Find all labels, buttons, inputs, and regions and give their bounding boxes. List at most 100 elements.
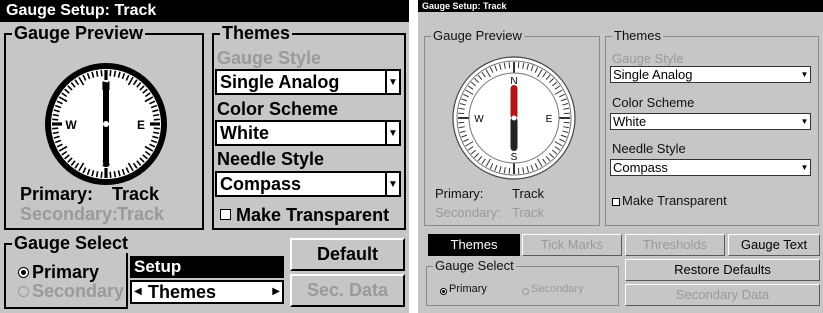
checkbox-box[interactable] xyxy=(612,198,620,206)
dial-e-label: E xyxy=(546,114,553,125)
themes-legend: Themes xyxy=(612,28,663,44)
gauge-style-dropdown[interactable]: Single Analog ▼ xyxy=(610,66,811,83)
gauge-style-label: Gauge Style xyxy=(217,48,322,68)
make-transparent-label: Make Transparent xyxy=(622,193,727,208)
dial-tick xyxy=(508,167,511,174)
needle-style-label: Needle Style xyxy=(217,149,325,169)
gauge-dial-icon: N S E W xyxy=(452,56,576,180)
dial-tick xyxy=(458,121,465,124)
window-title: Gauge Setup: Track xyxy=(418,0,823,12)
gauge-select-legend: Gauge Select xyxy=(433,258,516,274)
make-transparent-checkbox[interactable]: Make Transparent xyxy=(612,193,762,209)
secondary-data-button[interactable]: Secondary Data xyxy=(625,284,820,306)
primary-radio-label: Primary xyxy=(32,262,100,282)
dial-w-label: W xyxy=(65,118,77,132)
chevron-down-icon[interactable]: ▼ xyxy=(385,122,399,144)
needle-style-value: Compass xyxy=(613,160,668,175)
dial-tick xyxy=(109,171,112,178)
dial-tick xyxy=(100,171,103,178)
tab-thresholds[interactable]: Thresholds xyxy=(625,234,725,256)
compass-needle-red-icon xyxy=(510,85,518,119)
sec-data-button[interactable]: Sec. Data xyxy=(290,274,405,307)
setup-header: Setup xyxy=(130,256,284,278)
needle-style-dropdown[interactable]: Compass ▼ xyxy=(215,171,401,197)
secondary-label: Secondary: xyxy=(20,204,119,224)
dial-tick xyxy=(517,62,520,69)
color-scheme-dropdown[interactable]: White ▼ xyxy=(215,120,401,146)
radio-selected-icon[interactable] xyxy=(440,288,447,295)
checkbox-box[interactable] xyxy=(220,209,231,220)
chevron-down-icon[interactable]: ▼ xyxy=(799,114,810,129)
color-scheme-value: White xyxy=(220,123,269,143)
secondary-radio[interactable]: Secondary xyxy=(522,283,612,299)
default-button[interactable]: Default xyxy=(290,238,405,271)
primary-label: Primary: xyxy=(435,186,484,201)
restore-defaults-button[interactable]: Restore Defaults xyxy=(625,259,820,281)
dial-tick xyxy=(563,121,570,124)
make-transparent-label: Make Transparent xyxy=(236,205,390,225)
dial-tick xyxy=(52,127,59,130)
secondary-radio-label: Secondary xyxy=(32,281,125,301)
dial-tick xyxy=(109,70,112,77)
dial-tick xyxy=(153,131,160,135)
dial-tick xyxy=(113,70,117,77)
gauge-select-legend: Gauge Select xyxy=(12,233,131,253)
dial-tick xyxy=(95,171,99,178)
dial-w-label: W xyxy=(474,114,484,125)
right-arrow-icon[interactable]: ▶ xyxy=(272,286,280,297)
setup-selector[interactable]: ◀ Themes ▶ xyxy=(130,280,284,304)
right-screen: Gauge Setup: Track Gauge Preview N S E W… xyxy=(418,0,823,313)
dial-tick xyxy=(153,118,160,121)
primary-radio-label: Primary xyxy=(449,283,487,295)
setup-current-value: Themes xyxy=(148,282,217,302)
dial-tick xyxy=(153,127,160,130)
radio-unselected-icon[interactable] xyxy=(522,288,529,295)
needle-style-label: Needle Style xyxy=(612,141,686,156)
color-scheme-label: Color Scheme xyxy=(612,95,695,110)
themes-legend: Themes xyxy=(220,23,293,43)
dial-tick xyxy=(52,113,59,117)
chevron-down-icon[interactable]: ▼ xyxy=(799,67,810,82)
chevron-down-icon[interactable]: ▼ xyxy=(385,71,399,93)
color-scheme-dropdown[interactable]: White ▼ xyxy=(610,113,811,130)
make-transparent-checkbox[interactable]: Make Transparent xyxy=(218,205,390,225)
gauge-style-value: Single Analog xyxy=(613,67,693,82)
dial-tick xyxy=(113,171,117,178)
color-scheme-value: White xyxy=(613,114,647,129)
gauge-preview-legend: Gauge Preview xyxy=(12,23,146,43)
secondary-radio[interactable]: Secondary xyxy=(18,281,125,301)
tab-gauge-text[interactable]: Gauge Text xyxy=(728,234,820,256)
dial-tick xyxy=(100,70,103,77)
needle-style-dropdown[interactable]: Compass ▼ xyxy=(610,159,811,176)
dial-tick xyxy=(517,167,520,174)
gauge-style-dropdown[interactable]: Single Analog ▼ xyxy=(215,69,401,95)
primary-value: Track xyxy=(512,186,545,201)
dial-tick xyxy=(458,112,465,115)
primary-value: Track xyxy=(112,184,160,204)
primary-radio[interactable]: Primary xyxy=(18,262,122,282)
left-arrow-icon[interactable]: ◀ xyxy=(134,286,142,297)
dial-tick xyxy=(563,112,570,115)
chevron-down-icon[interactable]: ▼ xyxy=(385,173,399,195)
dial-tick xyxy=(508,62,511,69)
tab-themes[interactable]: Themes xyxy=(428,234,520,256)
chevron-down-icon[interactable]: ▼ xyxy=(799,160,810,175)
window-title: Gauge Setup: Track xyxy=(0,0,409,22)
radio-selected-icon[interactable] xyxy=(18,267,29,278)
needle-style-value: Compass xyxy=(220,174,302,194)
gauge-preview-legend: Gauge Preview xyxy=(431,28,524,44)
primary-radio[interactable]: Primary xyxy=(440,283,510,299)
gauge-style-label: Gauge Style xyxy=(612,51,684,66)
gauge-dial-icon: N S E W xyxy=(45,63,167,185)
dial-tick xyxy=(153,113,160,117)
gauge-style-value: Single Analog xyxy=(220,72,340,92)
dial-s-label: S xyxy=(511,152,518,163)
compass-needle-black-icon xyxy=(510,117,518,151)
tab-tick-marks[interactable]: Tick Marks xyxy=(522,234,622,256)
radio-unselected-icon[interactable] xyxy=(18,286,29,297)
dial-e-label: E xyxy=(137,118,145,132)
left-screen: Gauge Setup: Track Gauge Preview N S E W… xyxy=(0,0,409,313)
color-scheme-label: Color Scheme xyxy=(217,99,339,119)
dial-tick xyxy=(95,70,99,77)
secondary-label: Secondary: xyxy=(435,205,501,220)
